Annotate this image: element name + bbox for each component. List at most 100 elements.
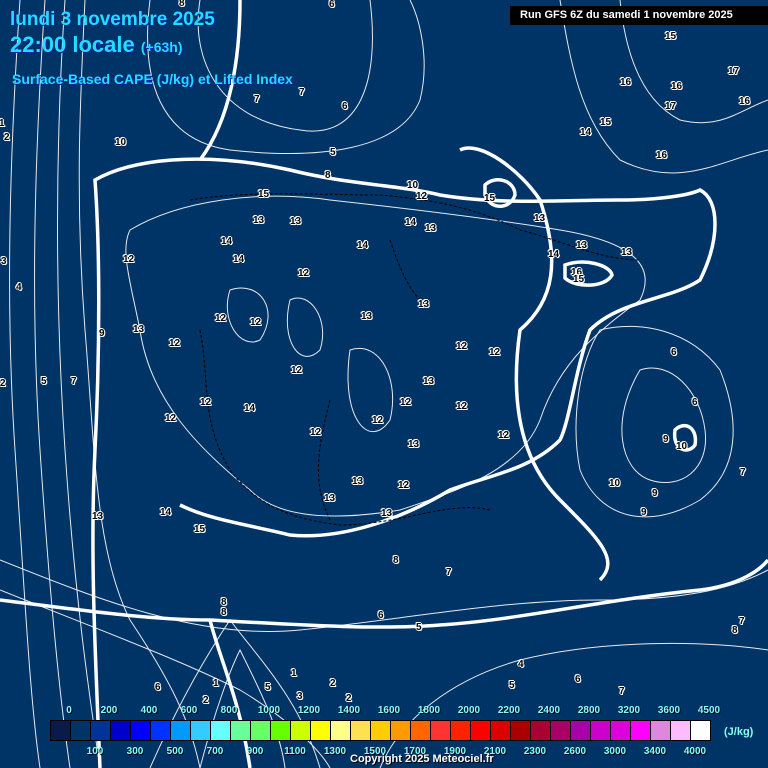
colorbar-swatch xyxy=(111,721,131,740)
contour-label: 15 xyxy=(573,274,585,285)
local-time: 22:00 locale xyxy=(10,32,135,57)
contour-label: 16 xyxy=(739,96,751,107)
colorbar-unit: (J/kg) xyxy=(724,726,754,738)
contour-label: 9 xyxy=(652,488,658,499)
contour-label: 7 xyxy=(71,376,77,387)
contour-label: 12 xyxy=(123,254,135,265)
colorbar-swatch xyxy=(511,721,531,740)
contour-label: 17 xyxy=(665,101,677,112)
contour-label: 13 xyxy=(576,240,588,251)
contour-label: 6 xyxy=(575,674,581,685)
contour-label: 5 xyxy=(509,680,515,691)
contour-label: 13 xyxy=(408,439,420,450)
contour-label: 14 xyxy=(580,127,592,138)
thick-contours xyxy=(0,0,768,768)
contour-label: 16 xyxy=(671,81,683,92)
colorbar-tick-bottom: 1300 xyxy=(323,746,347,757)
contour-label: 2 xyxy=(346,693,352,704)
contour-label: 13 xyxy=(418,299,430,310)
contour-label: 3 xyxy=(1,256,7,267)
colorbar-tick-top: 400 xyxy=(140,705,158,716)
colorbar-swatch xyxy=(471,721,491,740)
contour-label: 13 xyxy=(425,223,437,234)
colorbar-swatch xyxy=(411,721,431,740)
contour-label: 14 xyxy=(233,254,245,265)
colorbar-swatch xyxy=(171,721,191,740)
contour-label: 6 xyxy=(342,101,348,112)
colorbar-swatch xyxy=(251,721,271,740)
colorbar-tick-bottom: 4000 xyxy=(683,746,707,757)
colorbar-swatch xyxy=(611,721,631,740)
contour-label: 9 xyxy=(99,328,105,339)
contour-label: 2 xyxy=(330,678,336,689)
contour-label: 1 xyxy=(213,678,219,689)
colorbar-tick-top: 1400 xyxy=(337,705,361,716)
contour-label: 2 xyxy=(203,695,209,706)
colorbar-swatch xyxy=(271,721,291,740)
contour-label: 10 xyxy=(407,180,419,191)
contour-label: 5 xyxy=(265,682,271,693)
contour-label: 5 xyxy=(41,376,47,387)
contour-label: 6 xyxy=(692,397,698,408)
colorbar-tick-bottom: 3400 xyxy=(643,746,667,757)
contour-label: 12 xyxy=(400,397,412,408)
contour-label: 13 xyxy=(361,311,373,322)
contour-label: 7 xyxy=(739,616,745,627)
colorbar-tick-top: 2000 xyxy=(457,705,481,716)
colorbar-swatch xyxy=(91,721,111,740)
colorbar-swatch xyxy=(451,721,471,740)
contour-label: 6 xyxy=(155,682,161,693)
colorbar-swatch xyxy=(531,721,551,740)
colorbar-tick-bottom: 700 xyxy=(206,746,224,757)
colorbar-tick-top: 1200 xyxy=(297,705,321,716)
contour-label: 13 xyxy=(352,476,364,487)
colorbar-swatch xyxy=(431,721,451,740)
contour-label: 6 xyxy=(671,347,677,358)
contour-label: 6 xyxy=(329,0,335,10)
contour-label: 15 xyxy=(194,524,206,535)
contour-label: 14 xyxy=(357,240,369,251)
colorbar-swatch xyxy=(691,721,710,740)
colorbar-tick-top: 800 xyxy=(220,705,238,716)
contour-label: 2 xyxy=(4,132,10,143)
contour-label: 10 xyxy=(609,478,621,489)
contour-label: 8 xyxy=(325,170,331,181)
contour-layer xyxy=(0,0,768,768)
colorbar-tick-bottom: 2300 xyxy=(523,746,547,757)
contour-label: 16 xyxy=(656,150,668,161)
colorbar-tick-top: 1800 xyxy=(417,705,441,716)
contour-label: 10 xyxy=(676,441,688,452)
contour-label: 12 xyxy=(215,313,227,324)
country-borders xyxy=(189,193,641,526)
contour-label: 4 xyxy=(16,282,22,293)
contour-label: 13 xyxy=(324,493,336,504)
contour-label: 13 xyxy=(253,215,265,226)
colorbar-swatch xyxy=(151,721,171,740)
contour-label: 8 xyxy=(393,555,399,566)
colorbar-swatch xyxy=(191,721,211,740)
colorbar-tick-bottom: 300 xyxy=(126,746,144,757)
contour-label: 15 xyxy=(484,193,496,204)
contour-label: 12 xyxy=(498,430,510,441)
contour-label: 15 xyxy=(665,31,677,42)
colorbar-swatch xyxy=(551,721,571,740)
contour-label: 12 xyxy=(298,268,310,279)
contour-label: 14 xyxy=(548,249,560,260)
contour-label: 8 xyxy=(732,625,738,636)
contour-label: 9 xyxy=(663,434,669,445)
contour-label: 16 xyxy=(620,77,632,88)
contour-label: 1 xyxy=(291,668,297,679)
colorbar-swatch xyxy=(571,721,591,740)
contour-label: 13 xyxy=(133,324,145,335)
contour-label: 13 xyxy=(381,508,393,519)
colorbar-swatch xyxy=(311,721,331,740)
contour-label: 12 xyxy=(456,401,468,412)
contour-label: 13 xyxy=(423,376,435,387)
contour-label: 12 xyxy=(250,317,262,328)
contour-label: 12 xyxy=(200,397,212,408)
lead-time: (+63h) xyxy=(140,39,183,55)
colorbar-tick-top: 200 xyxy=(100,705,118,716)
contour-label: 14 xyxy=(221,236,233,247)
contour-label: 2 xyxy=(0,378,6,389)
cape-map: 8 6 15 17 16 16 16 17 7 7 6 15 14 16 10 2 1 5 8 10 12 15 15 13 1… xyxy=(0,0,768,768)
